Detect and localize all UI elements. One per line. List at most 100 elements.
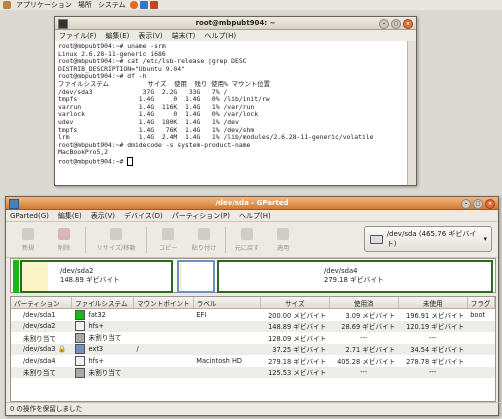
- cell-mountpoint: [134, 309, 194, 321]
- cell-partition: 未割り当て: [11, 366, 72, 378]
- column-header-size[interactable]: サイズ: [260, 297, 330, 309]
- firefox-icon[interactable]: [129, 1, 138, 9]
- paste-button[interactable]: 貼り付け: [186, 227, 222, 252]
- column-header-flags[interactable]: フラグ: [467, 297, 495, 309]
- menu-terminal[interactable]: 端末(T): [172, 31, 196, 41]
- gparted-toolbar: 新規 削除 リサイズ/移動 コピー 貼り付け 元に戻す 適用 /dev/sda …: [6, 222, 498, 258]
- apply-label: 適用: [276, 244, 290, 252]
- menu-edit[interactable]: 編集(E): [106, 31, 130, 41]
- diskmap-sda4[interactable]: /dev/sda4 279.18 ギビバイト: [217, 260, 493, 293]
- menu-view[interactable]: 表示(V): [138, 31, 162, 41]
- new-button[interactable]: 新規: [10, 227, 46, 252]
- panel-menu-system[interactable]: システム: [98, 0, 126, 10]
- diskmap-sda2[interactable]: /dev/sda2 148.89 ギビバイト: [20, 260, 173, 293]
- table-row[interactable]: /dev/sda2 hfs+ 148.89 ギビバイト 28.69 ギビバイト …: [11, 320, 495, 332]
- gparted-title: /dev/sda - GParted: [215, 199, 289, 207]
- cell-partition: /dev/sda3 🔒: [11, 343, 72, 355]
- cell-partition: /dev/sda4: [23, 356, 56, 365]
- diskmap-sda1[interactable]: [13, 260, 19, 293]
- device-selector[interactable]: /dev/sda (465.76 ギビバイト) ▾: [364, 226, 492, 252]
- cell-partition: /dev/sda1: [23, 310, 56, 319]
- menu-help[interactable]: ヘルプ(H): [239, 211, 271, 221]
- fs-color-swatch: [74, 344, 85, 355]
- terminal-window: root@mbpubt904: ~ – □ × ファイル(F) 編集(E) 表示…: [54, 16, 417, 186]
- column-header-mountpoint[interactable]: マウントポイント: [133, 297, 194, 309]
- chevron-down-icon: ▾: [483, 235, 487, 243]
- table-row[interactable]: 未割り当て 未割り当て 128.09 メビバイト --- ---: [11, 332, 495, 344]
- fs-color-swatch: [74, 309, 85, 320]
- table-row[interactable]: 未割り当て 未割り当て 125.53 メビバイト --- ---: [11, 366, 495, 378]
- panel-menu-places[interactable]: 場所: [78, 0, 92, 10]
- diskmap-sda2-size: 148.89 ギビバイト: [60, 276, 120, 284]
- apply-button[interactable]: 適用: [265, 227, 301, 252]
- ubuntu-foot-icon[interactable]: [3, 1, 11, 9]
- cell-unused: 120.19 ギビバイト: [398, 320, 468, 332]
- panel-menu-applications[interactable]: アプリケーション: [16, 0, 72, 10]
- cell-size: 125.53 メビバイト: [260, 366, 330, 378]
- cell-used: 2.71 ギビバイト: [329, 343, 399, 355]
- copy-button[interactable]: コピー: [150, 227, 186, 252]
- cell-label: [193, 320, 261, 332]
- cell-mountpoint: [133, 320, 194, 332]
- menu-view[interactable]: 表示(V): [91, 211, 115, 221]
- fs-color-swatch: [74, 355, 85, 366]
- menu-help[interactable]: ヘルプ(H): [204, 31, 236, 41]
- menu-edit[interactable]: 編集(E): [58, 211, 82, 221]
- menu-file[interactable]: ファイル(F): [59, 31, 97, 41]
- cell-label: EFI: [196, 310, 207, 319]
- table-row[interactable]: /dev/sda3 🔒 ext3 / 37.25 ギビバイト 2.71 ギビバイ…: [11, 343, 495, 355]
- column-header-used[interactable]: 使用済: [329, 297, 399, 309]
- close-button[interactable]: ×: [485, 199, 495, 209]
- maximize-button[interactable]: □: [391, 19, 401, 29]
- toolbar-separator: [146, 226, 147, 253]
- cell-partition: 未割り当て: [23, 334, 56, 343]
- minimize-button[interactable]: –: [379, 19, 389, 29]
- menu-partition[interactable]: パーティション(P): [172, 211, 230, 221]
- copy-label: コピー: [158, 244, 178, 252]
- column-header-label[interactable]: ラベル: [193, 297, 261, 309]
- cell-size: 128.09 メビバイト: [268, 334, 327, 343]
- column-header-filesystem[interactable]: ファイルシステム: [71, 297, 134, 309]
- mail-icon[interactable]: [149, 1, 158, 9]
- cell-fs-label: 未割り当て: [88, 368, 122, 377]
- terminal-scrollbar[interactable]: [407, 41, 416, 185]
- help-icon[interactable]: [139, 1, 148, 9]
- harddisk-icon: [370, 234, 383, 244]
- cell-flags: [467, 332, 494, 344]
- disk-map: /dev/sda2 148.89 ギビバイト /dev/sda4 279.18 …: [10, 258, 496, 293]
- cell-filesystem: fat32: [72, 309, 134, 321]
- maximize-button[interactable]: □: [473, 199, 483, 209]
- table-row[interactable]: /dev/sda4 hfs+ Macintosh HD 279.18 ギビバイト…: [11, 355, 495, 367]
- cell-used: ---: [329, 366, 399, 378]
- menu-device[interactable]: デバイス(D): [124, 211, 163, 221]
- menu-gparted[interactable]: GParted(G): [10, 212, 49, 220]
- diskmap-sda2-used: [22, 262, 48, 291]
- terminal-titlebar[interactable]: root@mbpubt904: ~ – □ ×: [55, 17, 416, 30]
- delete-button[interactable]: 削除: [46, 227, 82, 252]
- delete-icon: [58, 227, 70, 240]
- toolbar-separator: [225, 226, 226, 253]
- gparted-titlebar[interactable]: /dev/sda - GParted – □ ×: [6, 197, 498, 210]
- diskmap-sda3[interactable]: [177, 260, 215, 293]
- minimize-button[interactable]: –: [461, 199, 471, 209]
- terminal-prompt: root@mbpubt904:~#: [58, 157, 128, 166]
- toolbar-separator: [85, 226, 86, 253]
- table-row[interactable]: /dev/sda1 fat32 EFI 200.00 メビバイト 3.09 メビ…: [11, 309, 495, 321]
- terminal-icon: [58, 19, 68, 29]
- text-cursor: [127, 156, 134, 166]
- diskmap-sda4-size: 279.18 ギビバイト: [324, 276, 384, 284]
- cell-label: [193, 366, 261, 378]
- cell-label: [193, 332, 260, 344]
- column-header-unused[interactable]: 未使用: [398, 297, 468, 309]
- close-button[interactable]: ×: [403, 19, 413, 29]
- cell-filesystem: ext3: [71, 343, 134, 355]
- column-header-partition[interactable]: パーティション: [11, 297, 72, 309]
- cell-fs-label: hfs+: [88, 322, 104, 331]
- terminal-output[interactable]: root@mbpubt904:~# uname -srm Linux 2.6.28…: [55, 41, 408, 185]
- cell-flags: boot: [470, 310, 486, 319]
- resize-move-button[interactable]: リサイズ/移動: [89, 227, 143, 252]
- new-label: 新規: [21, 244, 35, 252]
- undo-button[interactable]: 元に戻す: [229, 227, 265, 252]
- terminal-title: root@mbpubt904: ~: [195, 19, 276, 27]
- cell-fs-label: hfs+: [88, 356, 104, 365]
